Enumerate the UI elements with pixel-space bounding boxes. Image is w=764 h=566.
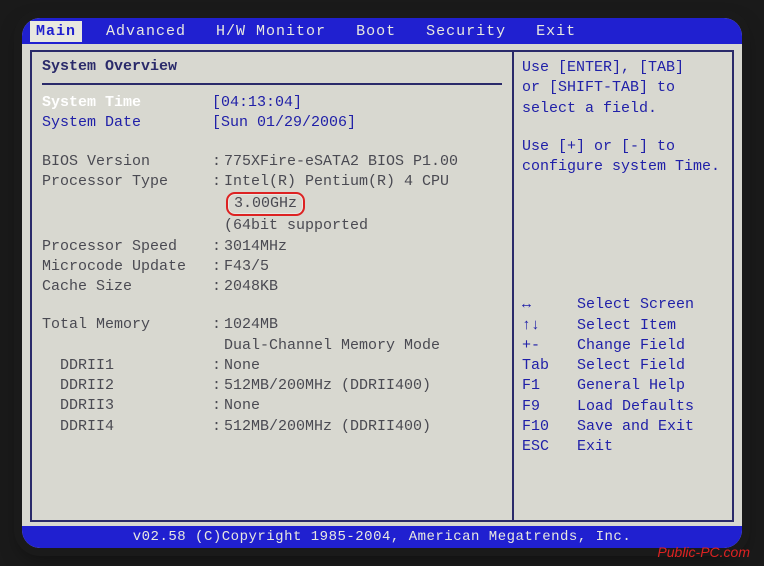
processor-speed-label: Processor Speed bbox=[42, 237, 212, 257]
slot-2-row: DDRII2 : 512MB/200MHz (DDRII400) bbox=[42, 376, 502, 396]
slot-3-row: DDRII3 : None bbox=[42, 396, 502, 416]
processor-freq-highlight: 3.00GHz bbox=[226, 192, 305, 216]
menu-security[interactable]: Security bbox=[420, 21, 512, 42]
slot-3-value: None bbox=[224, 396, 502, 416]
help-text-3: select a field. bbox=[522, 99, 724, 119]
processor-64-text: (64bit supported bbox=[224, 216, 502, 236]
key-select-screen: ↔Select Screen bbox=[522, 295, 724, 315]
processor-speed-value: 3014MHz bbox=[224, 237, 502, 257]
menu-exit[interactable]: Exit bbox=[530, 21, 582, 42]
menu-advanced[interactable]: Advanced bbox=[100, 21, 192, 42]
footer-bar: v02.58 (C)Copyright 1985-2004, American … bbox=[22, 526, 742, 548]
key-change-field: +-Change Field bbox=[522, 336, 724, 356]
system-date-label: System Date bbox=[42, 113, 212, 133]
system-time-row[interactable]: System Time [04:13:04] bbox=[42, 93, 502, 113]
memory-mode-value: Dual-Channel Memory Mode bbox=[224, 336, 502, 356]
slot-4-label: DDRII4 bbox=[42, 417, 212, 437]
slot-1-label: DDRII1 bbox=[42, 356, 212, 376]
help-text-1: Use [ENTER], [TAB] bbox=[522, 58, 724, 78]
main-pane: System Overview System Time [04:13:04] S… bbox=[30, 50, 514, 522]
key-general-help: F1General Help bbox=[522, 376, 724, 396]
menu-bar: Main Advanced H/W Monitor Boot Security … bbox=[22, 18, 742, 44]
key-exit: ESCExit bbox=[522, 437, 724, 457]
help-pane: Use [ENTER], [TAB] or [SHIFT-TAB] to sel… bbox=[514, 50, 734, 522]
cache-label: Cache Size bbox=[42, 277, 212, 297]
microcode-value: F43/5 bbox=[224, 257, 502, 277]
bios-version-row: BIOS Version : 775XFire-eSATA2 BIOS P1.0… bbox=[42, 152, 502, 172]
divider bbox=[42, 83, 502, 85]
slot-3-label: DDRII3 bbox=[42, 396, 212, 416]
menu-main[interactable]: Main bbox=[30, 21, 82, 42]
slot-2-label: DDRII2 bbox=[42, 376, 212, 396]
page-title: System Overview bbox=[42, 58, 502, 79]
bios-screen: Main Advanced H/W Monitor Boot Security … bbox=[22, 18, 742, 548]
key-load-defaults: F9Load Defaults bbox=[522, 397, 724, 417]
help-text-4: Use [+] or [-] to bbox=[522, 137, 724, 157]
memory-mode-row: Dual-Channel Memory Mode bbox=[42, 336, 502, 356]
total-memory-value: 1024MB bbox=[224, 315, 502, 335]
slot-1-row: DDRII1 : None bbox=[42, 356, 502, 376]
system-time-label: System Time bbox=[42, 93, 212, 113]
total-memory-label: Total Memory bbox=[42, 315, 212, 335]
system-time-value[interactable]: [04:13:04] bbox=[212, 93, 502, 113]
microcode-label: Microcode Update bbox=[42, 257, 212, 277]
bios-version-value: 775XFire-eSATA2 BIOS P1.00 bbox=[224, 152, 502, 172]
slot-1-value: None bbox=[224, 356, 502, 376]
processor-type-value: Intel(R) Pentium(R) 4 CPU 3.00GHz bbox=[224, 172, 502, 217]
content-area: System Overview System Time [04:13:04] S… bbox=[22, 44, 742, 522]
key-select-field: TabSelect Field bbox=[522, 356, 724, 376]
help-text-5: configure system Time. bbox=[522, 157, 724, 177]
slot-4-row: DDRII4 : 512MB/200MHz (DDRII400) bbox=[42, 417, 502, 437]
menu-boot[interactable]: Boot bbox=[350, 21, 402, 42]
processor-type-label: Processor Type bbox=[42, 172, 212, 217]
processor-64-row: (64bit supported bbox=[42, 216, 502, 236]
slot-4-value: 512MB/200MHz (DDRII400) bbox=[224, 417, 502, 437]
bios-version-label: BIOS Version bbox=[42, 152, 212, 172]
system-date-value[interactable]: [Sun 01/29/2006] bbox=[212, 113, 502, 133]
cache-row: Cache Size : 2048KB bbox=[42, 277, 502, 297]
key-select-item: ↑↓Select Item bbox=[522, 316, 724, 336]
key-save-exit: F10Save and Exit bbox=[522, 417, 724, 437]
microcode-row: Microcode Update : F43/5 bbox=[42, 257, 502, 277]
watermark: Public-PC.com bbox=[657, 544, 750, 560]
processor-type-row: Processor Type : Intel(R) Pentium(R) 4 C… bbox=[42, 172, 502, 217]
cache-value: 2048KB bbox=[224, 277, 502, 297]
menu-hwmonitor[interactable]: H/W Monitor bbox=[210, 21, 332, 42]
help-text-2: or [SHIFT-TAB] to bbox=[522, 78, 724, 98]
processor-speed-row: Processor Speed : 3014MHz bbox=[42, 237, 502, 257]
slot-2-value: 512MB/200MHz (DDRII400) bbox=[224, 376, 502, 396]
total-memory-row: Total Memory : 1024MB bbox=[42, 315, 502, 335]
processor-type-text: Intel(R) Pentium(R) 4 CPU bbox=[224, 173, 449, 190]
system-date-row[interactable]: System Date [Sun 01/29/2006] bbox=[42, 113, 502, 133]
